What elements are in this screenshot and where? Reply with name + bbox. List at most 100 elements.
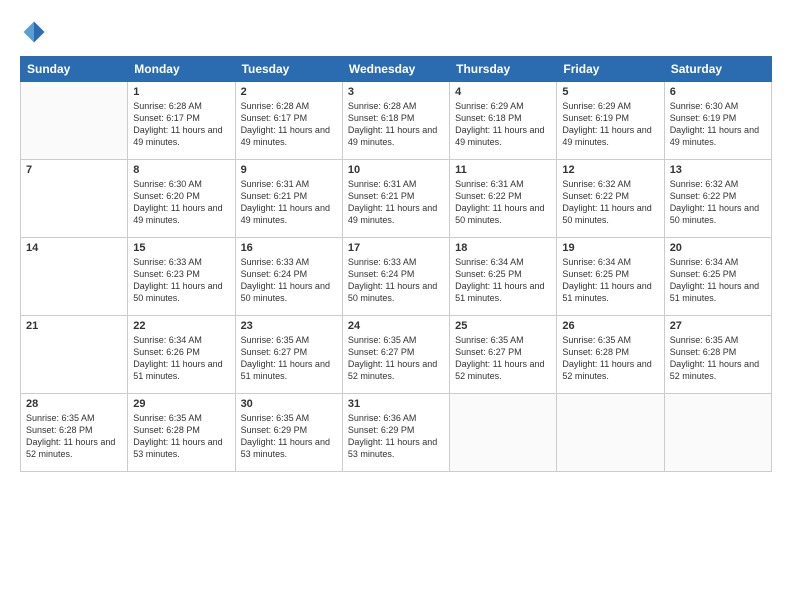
cell-content: Sunset: 6:28 PM (26, 424, 122, 436)
day-number: 11 (455, 164, 551, 176)
day-number: 7 (26, 164, 122, 176)
day-number: 9 (241, 164, 337, 176)
week-row-0: 1Sunrise: 6:28 AMSunset: 6:17 PMDaylight… (21, 82, 772, 160)
cell-content: Sunset: 6:25 PM (455, 268, 551, 280)
header (20, 18, 772, 46)
weekday-header-monday: Monday (128, 57, 235, 82)
weekday-header-row: SundayMondayTuesdayWednesdayThursdayFrid… (21, 57, 772, 82)
calendar-cell: 25Sunrise: 6:35 AMSunset: 6:27 PMDayligh… (450, 316, 557, 394)
page: SundayMondayTuesdayWednesdayThursdayFrid… (0, 0, 792, 612)
day-number: 27 (670, 320, 766, 332)
day-number: 16 (241, 242, 337, 254)
cell-content: Sunrise: 6:28 AM (348, 100, 444, 112)
calendar-cell: 9Sunrise: 6:31 AMSunset: 6:21 PMDaylight… (235, 160, 342, 238)
cell-content: Sunrise: 6:35 AM (562, 334, 658, 346)
cell-content: Sunset: 6:17 PM (241, 112, 337, 124)
day-number: 31 (348, 398, 444, 410)
day-number: 10 (348, 164, 444, 176)
day-number: 19 (562, 242, 658, 254)
cell-content: Daylight: 11 hours and 53 minutes. (133, 436, 229, 460)
cell-content: Sunrise: 6:34 AM (133, 334, 229, 346)
day-number: 13 (670, 164, 766, 176)
cell-content: Daylight: 11 hours and 49 minutes. (133, 124, 229, 148)
cell-content: Sunset: 6:26 PM (133, 346, 229, 358)
day-number: 5 (562, 86, 658, 98)
cell-content: Daylight: 11 hours and 50 minutes. (562, 202, 658, 226)
cell-content: Sunrise: 6:35 AM (455, 334, 551, 346)
cell-content: Sunrise: 6:35 AM (670, 334, 766, 346)
calendar-cell: 3Sunrise: 6:28 AMSunset: 6:18 PMDaylight… (342, 82, 449, 160)
day-number: 20 (670, 242, 766, 254)
cell-content: Sunrise: 6:30 AM (670, 100, 766, 112)
cell-content: Sunrise: 6:29 AM (562, 100, 658, 112)
day-number: 8 (133, 164, 229, 176)
day-number: 1 (133, 86, 229, 98)
cell-content: Sunset: 6:20 PM (133, 190, 229, 202)
weekday-header-wednesday: Wednesday (342, 57, 449, 82)
cell-content: Daylight: 11 hours and 50 minutes. (455, 202, 551, 226)
cell-content: Sunset: 6:25 PM (562, 268, 658, 280)
cell-content: Sunrise: 6:35 AM (26, 412, 122, 424)
calendar-cell (664, 394, 771, 472)
weekday-header-saturday: Saturday (664, 57, 771, 82)
cell-content: Daylight: 11 hours and 51 minutes. (670, 280, 766, 304)
cell-content: Sunrise: 6:34 AM (670, 256, 766, 268)
cell-content: Sunrise: 6:29 AM (455, 100, 551, 112)
cell-content: Daylight: 11 hours and 53 minutes. (241, 436, 337, 460)
weekday-header-sunday: Sunday (21, 57, 128, 82)
calendar-cell: 10Sunrise: 6:31 AMSunset: 6:21 PMDayligh… (342, 160, 449, 238)
cell-content: Sunset: 6:22 PM (455, 190, 551, 202)
cell-content: Sunset: 6:21 PM (348, 190, 444, 202)
cell-content: Sunrise: 6:35 AM (133, 412, 229, 424)
day-number: 17 (348, 242, 444, 254)
calendar-cell: 5Sunrise: 6:29 AMSunset: 6:19 PMDaylight… (557, 82, 664, 160)
week-row-3: 2122Sunrise: 6:34 AMSunset: 6:26 PMDayli… (21, 316, 772, 394)
day-number: 6 (670, 86, 766, 98)
cell-content: Sunset: 6:19 PM (562, 112, 658, 124)
cell-content: Daylight: 11 hours and 52 minutes. (562, 358, 658, 382)
calendar-cell: 20Sunrise: 6:34 AMSunset: 6:25 PMDayligh… (664, 238, 771, 316)
day-number: 21 (26, 320, 122, 332)
calendar-cell: 8Sunrise: 6:30 AMSunset: 6:20 PMDaylight… (128, 160, 235, 238)
calendar-cell (21, 82, 128, 160)
cell-content: Sunrise: 6:31 AM (241, 178, 337, 190)
calendar-cell: 1Sunrise: 6:28 AMSunset: 6:17 PMDaylight… (128, 82, 235, 160)
cell-content: Sunset: 6:17 PM (133, 112, 229, 124)
day-number: 25 (455, 320, 551, 332)
calendar-cell: 31Sunrise: 6:36 AMSunset: 6:29 PMDayligh… (342, 394, 449, 472)
cell-content: Daylight: 11 hours and 51 minutes. (455, 280, 551, 304)
cell-content: Daylight: 11 hours and 52 minutes. (455, 358, 551, 382)
weekday-header-friday: Friday (557, 57, 664, 82)
calendar-cell: 16Sunrise: 6:33 AMSunset: 6:24 PMDayligh… (235, 238, 342, 316)
cell-content: Sunrise: 6:31 AM (455, 178, 551, 190)
calendar-cell: 18Sunrise: 6:34 AMSunset: 6:25 PMDayligh… (450, 238, 557, 316)
logo (20, 18, 52, 46)
cell-content: Daylight: 11 hours and 50 minutes. (133, 280, 229, 304)
cell-content: Sunrise: 6:35 AM (348, 334, 444, 346)
cell-content: Daylight: 11 hours and 49 minutes. (670, 124, 766, 148)
cell-content: Daylight: 11 hours and 49 minutes. (133, 202, 229, 226)
calendar-cell: 13Sunrise: 6:32 AMSunset: 6:22 PMDayligh… (664, 160, 771, 238)
day-number: 28 (26, 398, 122, 410)
calendar-cell: 6 Sunrise: 6:30 AMSunset: 6:19 PMDaylight… (664, 82, 771, 160)
day-number: 22 (133, 320, 229, 332)
calendar-cell: 29Sunrise: 6:35 AMSunset: 6:28 PMDayligh… (128, 394, 235, 472)
cell-content: Sunrise: 6:32 AM (670, 178, 766, 190)
calendar-cell (450, 394, 557, 472)
cell-content: Sunrise: 6:33 AM (133, 256, 229, 268)
cell-content: Daylight: 11 hours and 53 minutes. (348, 436, 444, 460)
day-number: 18 (455, 242, 551, 254)
cell-content: Daylight: 11 hours and 49 minutes. (241, 124, 337, 148)
day-number: 30 (241, 398, 337, 410)
cell-content: Sunset: 6:23 PM (133, 268, 229, 280)
calendar-cell: 22 Sunrise: 6:34 AMSunset: 6:26 PMDayligh… (128, 316, 235, 394)
calendar-cell: 17Sunrise: 6:33 AMSunset: 6:24 PMDayligh… (342, 238, 449, 316)
cell-content: Daylight: 11 hours and 49 minutes. (348, 124, 444, 148)
cell-content: Daylight: 11 hours and 51 minutes. (133, 358, 229, 382)
calendar-table: SundayMondayTuesdayWednesdayThursdayFrid… (20, 56, 772, 472)
cell-content: Sunset: 6:19 PM (670, 112, 766, 124)
cell-content: Daylight: 11 hours and 50 minutes. (348, 280, 444, 304)
cell-content: Daylight: 11 hours and 52 minutes. (348, 358, 444, 382)
cell-content: Sunset: 6:29 PM (348, 424, 444, 436)
calendar-cell: 14 (21, 238, 128, 316)
